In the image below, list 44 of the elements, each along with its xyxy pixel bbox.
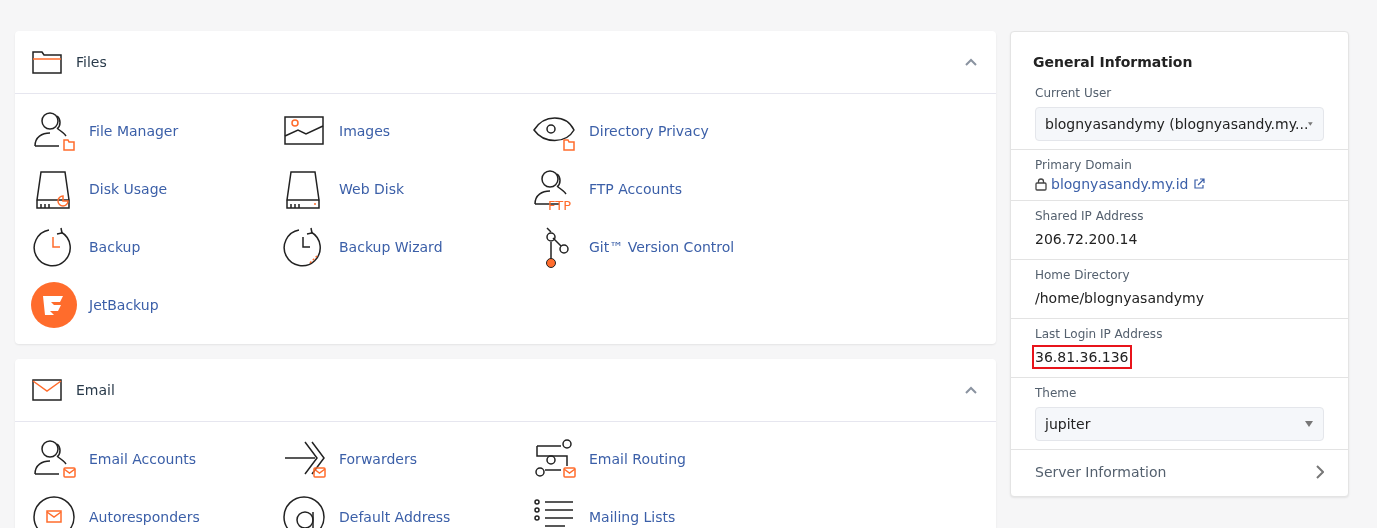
email-tool-icon xyxy=(31,494,77,528)
field-label: Home Directory xyxy=(1035,268,1131,282)
caret-icon xyxy=(1305,421,1313,427)
files-tool-icon xyxy=(31,282,77,328)
chevron-up-icon[interactable] xyxy=(964,385,978,395)
tool-link[interactable]: Disk Usage xyxy=(31,160,281,218)
tool-link[interactable]: Git™ Version Control xyxy=(531,218,781,276)
field-label: Current User xyxy=(1035,86,1113,100)
section-title: Files xyxy=(76,54,108,70)
tool-link[interactable]: File Manager xyxy=(31,102,281,160)
field-value: 36.81.36.136 xyxy=(1032,345,1132,369)
tool-link[interactable]: JetBackup xyxy=(31,276,281,334)
tool-link[interactable]: Directory Privacy xyxy=(531,102,781,160)
chevron-right-icon xyxy=(1316,465,1324,479)
field-label: Primary Domain xyxy=(1035,158,1133,172)
card-title: General Information xyxy=(1032,53,1194,72)
select-field[interactable]: blognyasandymy (blognyasandy.my... xyxy=(1035,107,1324,141)
folder-icon xyxy=(32,50,62,74)
field-label: Theme xyxy=(1035,386,1078,400)
select-field[interactable]: jupiter xyxy=(1035,407,1324,441)
server-info-link[interactable]: Server Information xyxy=(1011,450,1348,496)
field-label: Shared IP Address xyxy=(1035,209,1145,223)
field-label: Last Login IP Address xyxy=(1035,327,1164,341)
external-link-icon[interactable] xyxy=(1192,178,1205,190)
lock-icon xyxy=(1035,177,1047,191)
envelope-icon xyxy=(32,379,62,401)
tool-link[interactable]: Web Disk xyxy=(281,160,531,218)
caret-icon xyxy=(1308,121,1313,127)
tool-link[interactable]: Default Address xyxy=(281,488,531,528)
tool-link[interactable]: Backup xyxy=(31,218,281,276)
chevron-up-icon[interactable] xyxy=(964,57,978,67)
email-tool-icon xyxy=(281,494,327,528)
tool-link[interactable]: Email Accounts xyxy=(31,430,281,488)
tool-link[interactable]: Images xyxy=(281,102,531,160)
tool-link[interactable]: Email Routing xyxy=(531,430,781,488)
field-value: /home/blognyasandymy xyxy=(1034,289,1205,308)
tool-link[interactable]: Forwarders xyxy=(281,430,531,488)
field-value: 206.72.200.14 xyxy=(1034,230,1139,249)
section-title: Email xyxy=(76,382,116,398)
tool-link[interactable]: Mailing Lists xyxy=(531,488,781,528)
tool-link[interactable]: Autoresponders xyxy=(31,488,281,528)
tool-link[interactable]: Backup Wizard xyxy=(281,218,531,276)
domain-link[interactable]: blognyasandy.my.id xyxy=(1051,176,1189,192)
tool-link[interactable]: FTP FTP Accounts xyxy=(531,160,781,218)
